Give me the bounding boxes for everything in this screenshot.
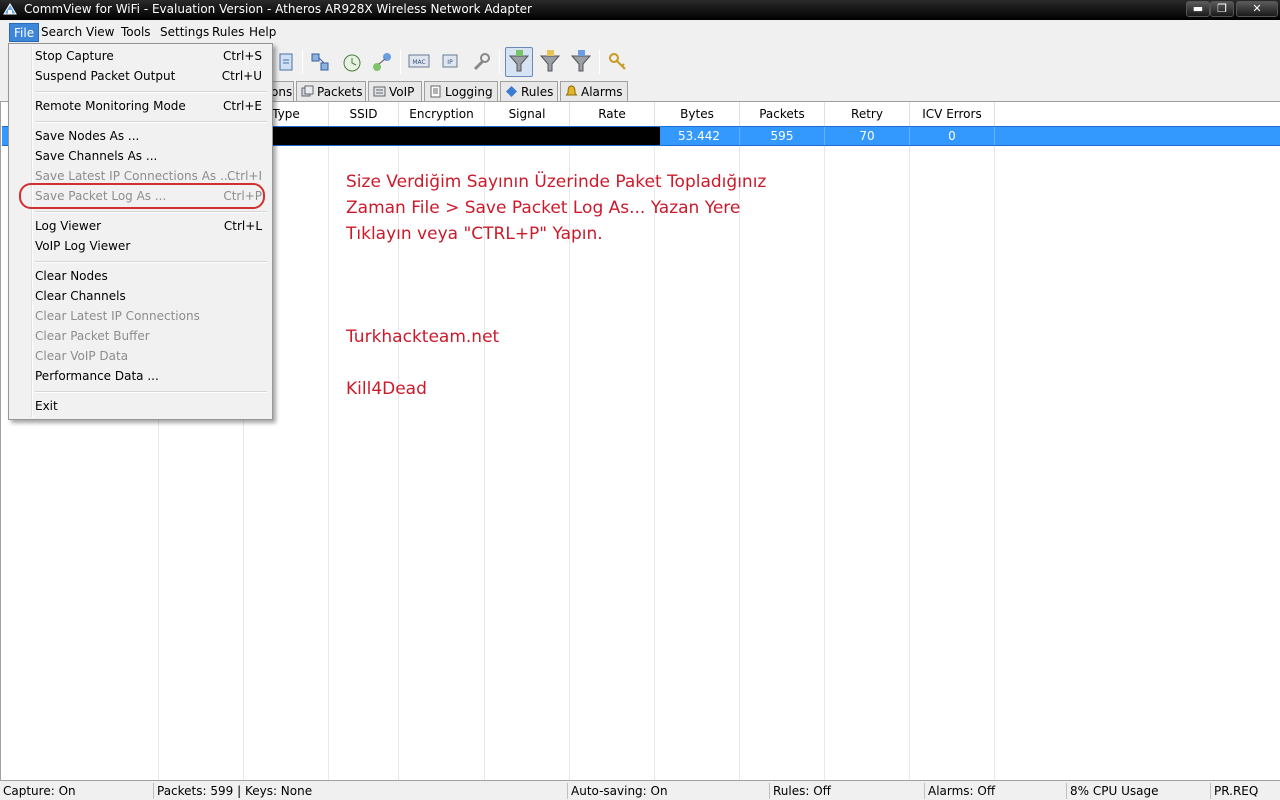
voip-icon <box>373 86 386 97</box>
toolbar-ip-alias-button[interactable]: IP <box>436 47 464 77</box>
wrench-icon <box>473 53 490 71</box>
status-capture: Capture: On <box>3 784 76 798</box>
menu-item-remote-monitoring-mode[interactable]: Remote Monitoring Mode Ctrl+E <box>11 96 270 116</box>
highlight-oval <box>19 183 265 209</box>
keys-icon <box>609 53 626 70</box>
tab-rules[interactable]: Rules <box>500 81 558 101</box>
tab-voip[interactable]: VoIP <box>368 81 422 101</box>
tab-label: VoIP <box>389 84 415 99</box>
annotation-line-3: Tıklayın veya "CTRL+P" Yapın. <box>346 224 603 244</box>
column-header-packets[interactable]: Packets <box>740 102 825 126</box>
column-header-rate[interactable]: Rate <box>570 102 655 126</box>
column-header-ssid[interactable]: SSID <box>329 102 399 126</box>
export-icon <box>279 53 293 71</box>
status-rules: Rules: Off <box>769 783 831 799</box>
annotation-line-1: Size Verdiğim Sayının Üzerinde Paket Top… <box>346 172 767 192</box>
menu-item-save-channels-as[interactable]: Save Channels As ... <box>11 146 270 166</box>
title-bar: CommView for WiFi - Evaluation Version -… <box>0 0 1280 20</box>
rules-icon <box>506 86 517 97</box>
menu-bar: File Search View Tools Settings Rules He… <box>0 20 1280 44</box>
menu-item-clear-latest-ip-connections: Clear Latest IP Connections <box>35 309 200 323</box>
toolbar-connections-button[interactable] <box>368 47 396 77</box>
toolbar-export-button[interactable] <box>272 47 300 77</box>
tab-label: Alarms <box>581 84 623 99</box>
minimize-button[interactable]: ▬ <box>1186 1 1210 17</box>
status-alarms: Alarms: Off <box>924 783 995 799</box>
menu-item-exit[interactable]: Exit <box>11 396 270 416</box>
filter-d-icon <box>508 50 530 72</box>
cell-icv-errors: 0 <box>910 127 995 145</box>
toolbar-settings-button[interactable] <box>467 47 495 77</box>
menu-item-stop-capture[interactable]: Stop Capture Ctrl+S <box>11 46 270 66</box>
status-cpu: 8% CPU Usage <box>1066 783 1158 799</box>
column-header-signal[interactable]: Signal <box>485 102 570 126</box>
cell-packets: 595 <box>740 127 825 145</box>
menu-tools[interactable]: Tools <box>117 23 155 42</box>
column-header-encryption[interactable]: Encryption <box>399 102 485 126</box>
menu-file[interactable]: File <box>9 23 40 42</box>
menu-search[interactable]: Search <box>37 23 86 42</box>
tab-label: Packets <box>317 84 363 99</box>
mac-alias-icon: MAC <box>408 54 430 68</box>
toolbar-nodes-button[interactable] <box>306 47 334 77</box>
clock-icon <box>343 54 361 72</box>
app-icon <box>3 3 17 15</box>
menu-help[interactable]: Help <box>245 23 280 42</box>
status-autosaving: Auto-saving: On <box>567 783 668 799</box>
menu-item-clear-channels[interactable]: Clear Channels <box>11 286 270 306</box>
filter-c-icon <box>570 50 592 72</box>
menu-item-log-viewer[interactable]: Log Viewer Ctrl+L <box>11 216 270 236</box>
toolbar-keys-button[interactable] <box>604 47 632 77</box>
status-last-packet: PR.REQ <box>1210 783 1258 799</box>
svg-text:MAC: MAC <box>412 59 425 66</box>
alarms-icon <box>565 85 578 96</box>
tab-packets[interactable]: Packets <box>296 81 366 101</box>
status-bar: Capture: On Packets: 599 | Keys: None Au… <box>0 780 1280 800</box>
menu-item-clear-voip-data: Clear VoIP Data <box>35 349 129 363</box>
menu-item-voip-log-viewer[interactable]: VoIP Log Viewer <box>11 236 270 256</box>
menu-settings[interactable]: Settings <box>156 23 213 42</box>
column-header-retry[interactable]: Retry <box>825 102 910 126</box>
menu-item-clear-packet-buffer: Clear Packet Buffer <box>35 329 150 343</box>
window-title: CommView for WiFi - Evaluation Version -… <box>24 2 532 16</box>
toolbar-schedule-button[interactable] <box>337 47 365 77</box>
annotation-line-2: Zaman File > Save Packet Log As... Yazan… <box>346 198 741 218</box>
tab-logging[interactable]: Logging <box>424 81 498 101</box>
redacted-cells <box>272 127 660 145</box>
ip-alias-icon: IP <box>442 54 458 68</box>
tab-label: ons <box>271 84 293 99</box>
annotation-author: Kill4Dead <box>346 379 427 399</box>
close-button[interactable]: ✕ <box>1236 1 1278 17</box>
tab-alarms[interactable]: Alarms <box>560 81 628 101</box>
tab-label: Logging <box>445 84 493 99</box>
svg-text:IP: IP <box>447 59 453 66</box>
column-header-bytes[interactable]: Bytes <box>655 102 740 126</box>
toolbar-filter-m-button[interactable] <box>536 47 564 77</box>
tab-label: Rules <box>521 84 554 99</box>
annotation-site: Turkhackteam.net <box>346 327 500 347</box>
menu-item-save-nodes-as[interactable]: Save Nodes As ... <box>11 126 270 146</box>
cell-bytes: 53.442 <box>659 127 740 145</box>
toolbar-mac-alias-button[interactable]: MAC <box>405 47 433 77</box>
column-header-icv-errors[interactable]: ICV Errors <box>910 102 995 126</box>
menu-view[interactable]: View <box>82 23 118 42</box>
menu-item-performance-data[interactable]: Performance Data ... <box>11 366 270 386</box>
toolbar-filter-c-button[interactable] <box>567 47 595 77</box>
menu-rules[interactable]: Rules <box>208 23 248 42</box>
maximize-button[interactable]: ❐ <box>1210 1 1234 17</box>
filter-m-icon <box>539 50 561 72</box>
cell-retry: 70 <box>825 127 910 145</box>
network-nodes-icon <box>311 53 329 71</box>
connections-icon <box>373 53 391 71</box>
toolbar-filter-d-button[interactable] <box>505 47 533 77</box>
packets-icon <box>301 85 314 97</box>
logging-icon <box>430 85 441 98</box>
status-packets-keys: Packets: 599 | Keys: None <box>153 783 312 799</box>
menu-item-suspend-packet-output[interactable]: Suspend Packet Output Ctrl+U <box>11 66 270 86</box>
file-menu-dropdown: Stop Capture Ctrl+S Suspend Packet Output… <box>8 43 273 420</box>
menu-item-clear-nodes[interactable]: Clear Nodes <box>11 266 270 286</box>
